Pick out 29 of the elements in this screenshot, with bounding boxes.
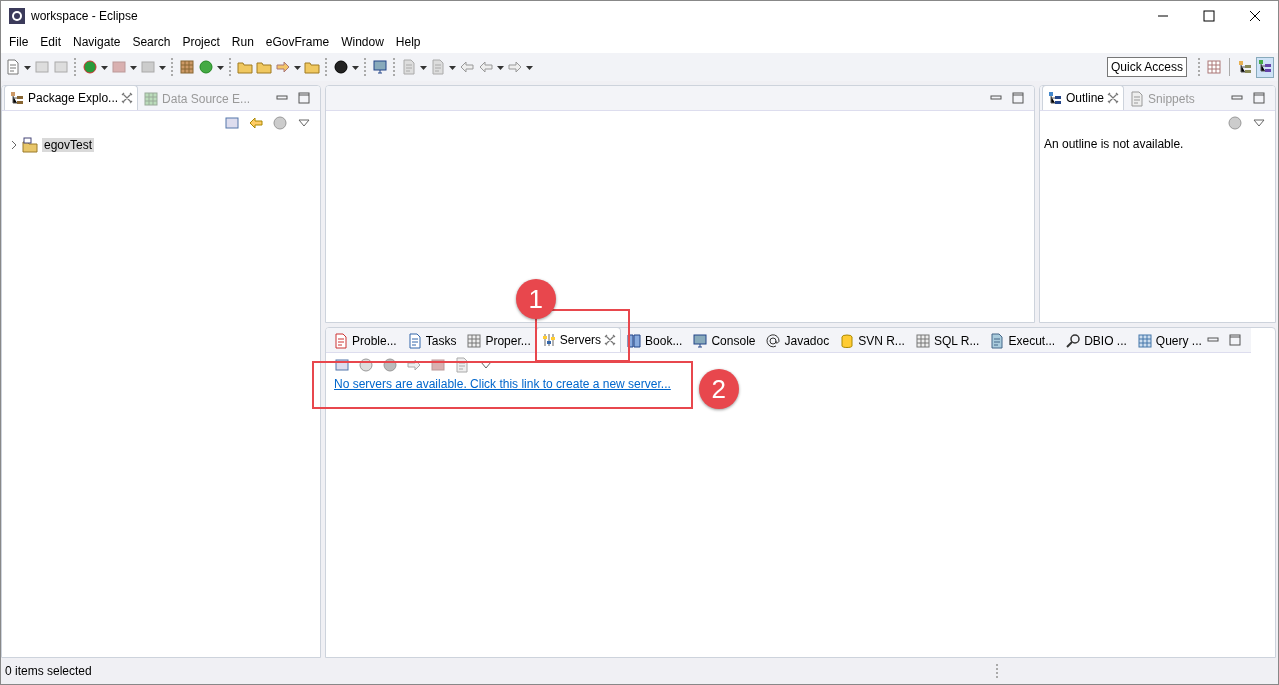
quick-access-field[interactable]: Quick Access [1106,57,1187,77]
view-tab[interactable]: Package Explo... [4,86,139,110]
view-tab[interactable]: Proble... [328,329,402,352]
status-text: 0 items selected [5,664,92,678]
view-tab[interactable]: Proper... [461,329,536,352]
view-tab[interactable]: Console [687,329,761,352]
view-tab[interactable]: DBIO ... [1060,329,1132,352]
view-tab[interactable]: Book... [621,329,688,352]
view-tab[interactable]: SQL R... [909,329,985,352]
tree-item[interactable]: egovTest [42,138,95,152]
menu-item[interactable]: eGovFrame [259,35,336,49]
menu-item[interactable]: File [3,35,35,49]
menu-item[interactable]: Navigate [67,35,127,49]
menu-item[interactable]: Window [335,35,390,49]
window-title: workspace - Eclipse [31,9,139,23]
view-tab[interactable]: Tasks [401,329,462,352]
create-server-link[interactable]: No servers are available. Click this link to create a new server... [334,377,671,391]
menu-item[interactable]: Search [126,35,177,49]
menu-item[interactable]: Edit [34,35,68,49]
menu-item[interactable]: Help [389,35,427,49]
menu-item[interactable]: Project [176,35,226,49]
view-tab[interactable]: Servers [535,328,622,352]
outline-message: An outline is not available. [1043,136,1185,153]
view-tab[interactable]: Execut... [984,329,1061,352]
view-tab[interactable]: Query ... [1131,329,1207,352]
view-tab[interactable]: SVN R... [834,329,910,352]
menu-item[interactable]: Run [225,35,260,49]
view-tab[interactable]: Javadoc [760,329,835,352]
view-tab[interactable]: Outline [1042,86,1125,110]
